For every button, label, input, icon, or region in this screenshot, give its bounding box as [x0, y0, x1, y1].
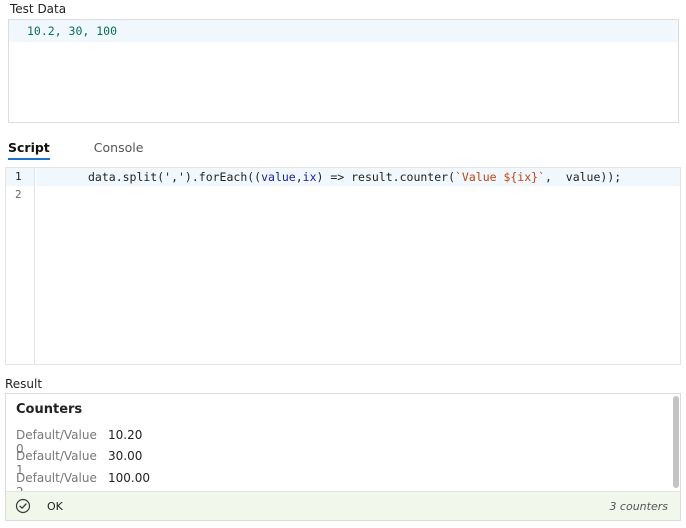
- script-tabs: Script Console: [8, 138, 187, 160]
- code-token: , value));: [545, 170, 622, 184]
- code-token: ) => result.counter(: [316, 170, 455, 184]
- counter-count: 3 counters: [609, 500, 668, 513]
- code-token-param: ix: [302, 170, 317, 184]
- tab-console[interactable]: Console: [94, 138, 144, 160]
- status-text: OK: [47, 500, 63, 513]
- code-token: ,: [295, 170, 303, 184]
- tab-script[interactable]: Script: [8, 138, 50, 160]
- test-data-value[interactable]: 10.2, 30, 100: [9, 20, 678, 42]
- check-circle-icon: [15, 498, 31, 514]
- code-token-param: value: [261, 170, 296, 184]
- code-token-string: `Value ${ix}`: [455, 170, 546, 184]
- code-line[interactable]: data.split(',').forEach((value,ix) => re…: [36, 168, 680, 186]
- result-scrollbar[interactable]: [673, 396, 679, 488]
- result-title: Counters: [16, 402, 83, 417]
- line-number: 1: [6, 168, 34, 186]
- code-area[interactable]: data.split(',').forEach((value,ix) => re…: [36, 168, 680, 364]
- line-number: 2: [15, 188, 22, 201]
- result-label: Result: [5, 377, 43, 391]
- status-bar: OK 3 counters: [6, 491, 680, 520]
- code-line[interactable]: [36, 186, 680, 204]
- script-editor[interactable]: 1 2 data.split(',').forEach((value,ix) =…: [5, 167, 681, 365]
- line-number-gutter: 1 2: [6, 168, 35, 364]
- test-data-label: Test Data: [10, 2, 67, 16]
- result-panel: Counters Default/Value 0 10.20 Default/V…: [5, 393, 681, 521]
- test-data-editor[interactable]: 10.2, 30, 100: [8, 19, 679, 123]
- code-token: data.split(',').forEach((: [88, 170, 262, 184]
